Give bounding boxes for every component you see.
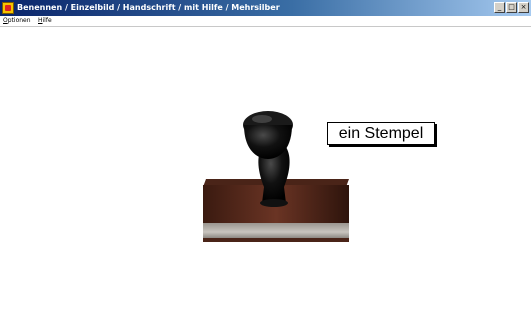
close-button[interactable]: × <box>518 2 529 13</box>
maximize-button[interactable]: □ <box>506 2 517 13</box>
title-bar[interactable]: Benennen / Einzelbild / Handschrift / mi… <box>0 0 531 16</box>
caption-box: ein Stempel <box>327 122 435 145</box>
window-controls: _ □ × <box>494 2 529 13</box>
window-title: Benennen / Einzelbild / Handschrift / mi… <box>17 3 280 12</box>
app-icon[interactable] <box>2 2 14 14</box>
app-window: Benennen / Einzelbild / Handschrift / mi… <box>0 0 531 324</box>
caption-text: ein Stempel <box>338 125 424 142</box>
minimize-button[interactable]: _ <box>494 2 505 13</box>
menu-bar: Optionen Hilfe <box>0 16 531 27</box>
rubber-stamp-image <box>203 111 349 242</box>
menu-hilfe[interactable]: Hilfe <box>38 16 52 26</box>
content-area: ein Stempel <box>0 27 531 324</box>
menu-optionen[interactable]: Optionen <box>3 16 31 26</box>
